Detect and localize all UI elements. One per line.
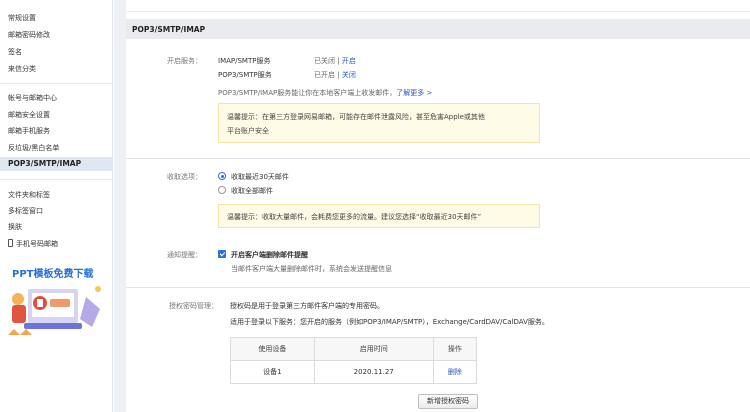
- sidebar-item-antispam[interactable]: 反垃圾/黑白名单: [8, 141, 59, 155]
- sidebar-item-pop3-smtp-imap[interactable]: POP3/SMTP/IMAP: [0, 157, 112, 171]
- auth-desc2: 适用于登录以下服务：您开启的服务（例如POP3/IMAP/SMTP），Excha…: [230, 318, 549, 326]
- notify-label: 通知提醒：: [167, 251, 202, 259]
- section-divider: [126, 287, 750, 288]
- pop3-service-status-row: 已开启 | 关闭: [314, 70, 356, 80]
- sidebar-item-skin[interactable]: 换肤: [8, 220, 22, 234]
- sidebar-item-folders-labels[interactable]: 文件夹和标签: [8, 188, 50, 202]
- pop3-service-name: POP3/SMTP服务: [218, 71, 272, 79]
- sidebar-item-mobile-service[interactable]: 邮箱手机服务: [8, 124, 50, 138]
- services-label: 开启服务：: [167, 57, 202, 65]
- imap-enable-link[interactable]: 开启: [342, 57, 356, 65]
- sidebar-item-password[interactable]: 邮箱密码修改: [8, 28, 50, 42]
- time-cell: 2020.11.27: [313, 360, 434, 384]
- receive-30days-radio[interactable]: [218, 172, 226, 180]
- section-divider: [126, 158, 750, 159]
- sidebar-divider: [0, 179, 112, 180]
- receive-all-radio[interactable]: [218, 186, 226, 194]
- phone-icon: [8, 239, 13, 247]
- add-auth-password-button[interactable]: 新增授权密码: [418, 394, 478, 409]
- delete-reminder-desc: 当邮件客户端大量删除邮件时，系统会发送提醒信息: [231, 265, 392, 273]
- sidebar-item-general-settings[interactable]: 常规设置: [8, 11, 36, 25]
- device-cell: 设备1: [230, 360, 315, 384]
- delete-reminder-checkbox[interactable]: [218, 250, 226, 258]
- auth-password-label: 授权密码管理：: [169, 302, 218, 310]
- ad-title[interactable]: PPT模板免费下载: [12, 265, 93, 280]
- action-cell: 删除: [432, 360, 478, 384]
- table-row: 设备1 2020.11.27 删除: [230, 360, 478, 384]
- services-desc-text: POP3/SMTP/IMAP服务能让你在本地客户端上收发邮件，: [218, 89, 397, 97]
- imap-service-name: IMAP/SMTP服务: [218, 57, 271, 65]
- sidebar-item-security[interactable]: 邮箱安全设置: [8, 108, 50, 122]
- services-description: POP3/SMTP/IMAP服务能让你在本地客户端上收发邮件，了解更多 >: [218, 88, 432, 98]
- sidebar-item-mail-filter[interactable]: 来信分类: [8, 62, 36, 76]
- settings-panel: POP3/SMTP/IMAP 开启服务： IMAP/SMTP服务 已关闭 | 开…: [126, 0, 750, 412]
- imap-status: 已关闭: [314, 57, 335, 65]
- receive-tip-box: 温馨提示：收取大量邮件，会耗费您更多的流量。建议您选择“收取最近30天邮件”: [218, 204, 540, 228]
- security-tip-line1: 温馨提示：在第三方登录网易邮箱，可能存在邮件泄露风险，甚至危害Apple或其他: [227, 113, 485, 121]
- receive-30days-label[interactable]: 收取最近30天邮件: [231, 172, 289, 182]
- pop3-disable-link[interactable]: 关闭: [342, 71, 356, 79]
- section-header: POP3/SMTP/IMAP: [126, 19, 750, 39]
- ad-illustration[interactable]: [6, 279, 106, 337]
- auth-device-table: 使用设备 启用时间 操作 设备1 2020.11.27 删除: [230, 337, 478, 384]
- sidebar-item-multi-tab[interactable]: 多标签窗口: [8, 204, 43, 218]
- separator: |: [337, 71, 340, 79]
- section-title: POP3/SMTP/IMAP: [132, 25, 206, 34]
- column-header-time: 启用时间: [313, 337, 434, 361]
- sidebar: 常规设置 邮箱密码修改 签名 来信分类 帐号与邮箱中心 邮箱安全设置 邮箱手机服…: [0, 0, 113, 412]
- separator: |: [337, 57, 340, 65]
- delete-reminder-label[interactable]: 开启客户端删除邮件提醒: [231, 250, 308, 260]
- sidebar-divider: [0, 83, 112, 84]
- column-header-action: 操作: [432, 337, 478, 361]
- pop3-status: 已开启: [314, 71, 335, 79]
- table-header-row: 使用设备 启用时间 操作: [230, 337, 478, 361]
- receive-tip-text: 温馨提示：收取大量邮件，会耗费您更多的流量。建议您选择“收取最近30天邮件”: [227, 213, 482, 221]
- delete-device-link[interactable]: 删除: [448, 368, 462, 376]
- sidebar-item-account-center[interactable]: 帐号与邮箱中心: [8, 91, 57, 105]
- security-tip-line2: 平台账户安全: [227, 127, 269, 135]
- auth-desc1: 授权码是用于登录第三方邮件客户端的专用密码。: [230, 302, 384, 310]
- receive-options-label: 收取选项：: [167, 173, 202, 181]
- sidebar-item-label: 手机号码邮箱: [16, 240, 58, 248]
- imap-service-status-row: 已关闭 | 开启: [314, 56, 356, 66]
- top-strip: [126, 0, 750, 12]
- sidebar-item-phone-mailbox[interactable]: 手机号码邮箱: [8, 237, 58, 251]
- receive-all-label[interactable]: 收取全部邮件: [231, 186, 273, 196]
- column-header-device: 使用设备: [230, 337, 315, 361]
- sidebar-item-signature[interactable]: 签名: [8, 45, 22, 59]
- main-content: POP3/SMTP/IMAP 开启服务： IMAP/SMTP服务 已关闭 | 开…: [114, 0, 750, 412]
- learn-more-link[interactable]: 了解更多 >: [396, 89, 432, 97]
- security-tip-box: 温馨提示：在第三方登录网易邮箱，可能存在邮件泄露风险，甚至危害Apple或其他 …: [218, 103, 540, 143]
